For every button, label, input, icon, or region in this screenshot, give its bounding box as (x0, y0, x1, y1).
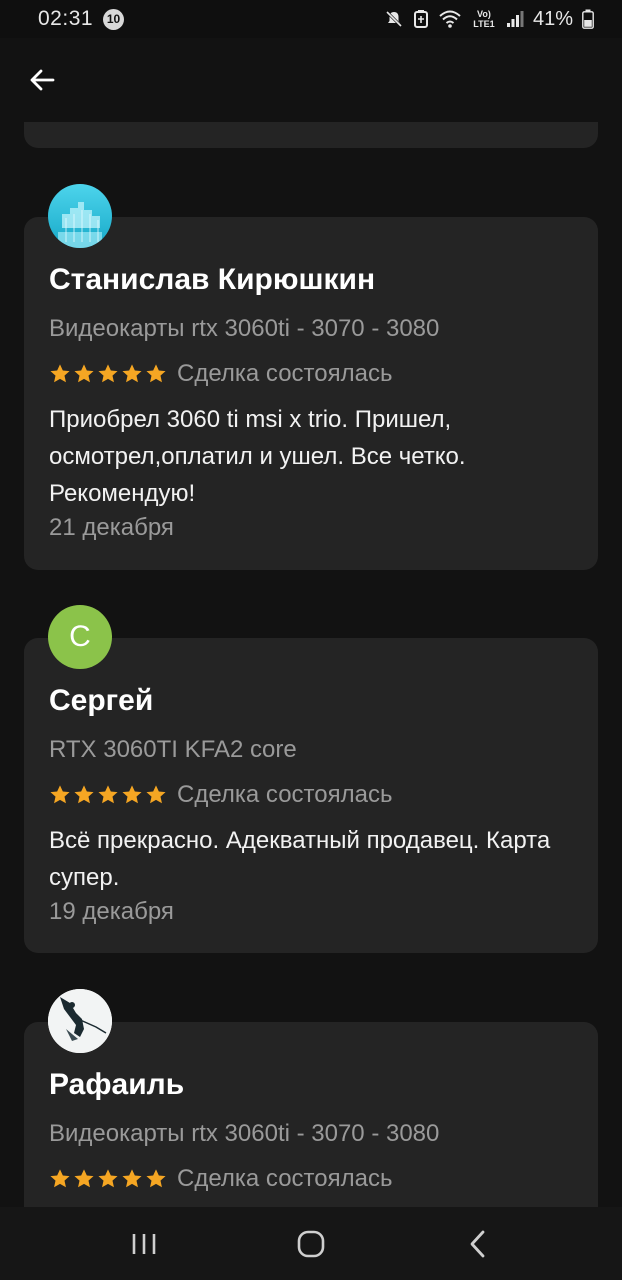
reviews-list[interactable]: Станислав Кирюшкин Видеокарты rtx 3060ti… (0, 122, 622, 1207)
battery-icon (582, 9, 594, 29)
home-button[interactable] (281, 1219, 341, 1269)
star-icon (74, 785, 94, 804)
star-icon (98, 364, 118, 383)
battery-percent: 41% (532, 7, 573, 30)
wifi-icon (438, 9, 462, 29)
rating-stars (49, 784, 167, 806)
chevron-left-icon (470, 1230, 485, 1257)
star-icon (50, 1169, 70, 1188)
reviewer-name: Станислав Кирюшкин (49, 263, 376, 296)
review-text: Всё прекрасно. Адекватный продавец. Карт… (49, 827, 551, 891)
status-bar: 02:31 10 Vo) LTE1 41% (0, 0, 622, 38)
recent-apps-button[interactable] (114, 1219, 174, 1269)
rating-row: Сделка состоялась (49, 1164, 392, 1194)
reviewer-name: Сергей (49, 684, 154, 717)
review-item: Станислав Кирюшкин Видеокарты rtx 3060ti… (24, 184, 598, 574)
review-item: С Сергей RTX 3060TI KFA2 core Сделка сос… (24, 605, 598, 955)
star-icon (74, 1169, 94, 1188)
notification-count-badge: 10 (103, 8, 125, 30)
star-icon (98, 785, 118, 804)
review-item: Рафаиль Видеокарты rtx 3060ti - 3070 - 3… (24, 989, 598, 1207)
rating-row: Сделка состоялась (49, 359, 392, 389)
star-icon (50, 785, 70, 804)
network-label: Vo) LTE1 (473, 9, 495, 29)
system-nav-bar (0, 1207, 622, 1280)
review-text: Приобрел 3060 ti msi x trio. Пришел, осм… (49, 406, 466, 507)
volte-lte-label: Vo) LTE1 (471, 9, 497, 29)
app-bar (0, 38, 622, 122)
recent-apps-icon (132, 1233, 155, 1254)
previous-review-card (24, 122, 598, 148)
review-date: 19 декабря (49, 898, 174, 925)
arrow-left-icon (30, 69, 55, 91)
rating-stars (49, 363, 167, 385)
star-icon (146, 364, 166, 383)
star-icon (50, 364, 70, 383)
avatar[interactable] (48, 989, 112, 1053)
review-product[interactable]: Видеокарты rtx 3060ti - 3070 - 3080 (49, 315, 439, 343)
nav-back-button[interactable] (448, 1219, 508, 1269)
star-icon (122, 1169, 142, 1188)
star-icon (122, 364, 142, 383)
review-product[interactable]: RTX 3060TI KFA2 core (49, 736, 297, 764)
review-date: 21 декабря (49, 514, 174, 541)
home-icon (297, 1230, 325, 1257)
deal-status: Сделка состоялась (177, 1165, 393, 1192)
star-icon (122, 785, 142, 804)
reviewer-name: Рафаиль (49, 1068, 185, 1101)
deal-status: Сделка состоялась (177, 781, 393, 808)
deal-status: Сделка состоялась (177, 360, 393, 387)
avatar-letter: С (69, 620, 91, 653)
avatar[interactable] (48, 184, 112, 248)
battery-saver-icon (413, 9, 429, 29)
status-time: 02:31 (38, 7, 94, 30)
review-product[interactable]: Видеокарты rtx 3060ti - 3070 - 3080 (49, 1120, 439, 1148)
avatar[interactable]: С (48, 605, 112, 669)
signal-icon (506, 10, 524, 28)
star-icon (146, 785, 166, 804)
back-button[interactable] (22, 60, 62, 100)
rating-row: Сделка состоялась (49, 780, 392, 810)
star-icon (146, 1169, 166, 1188)
mute-icon (384, 9, 404, 29)
rating-stars (49, 1168, 167, 1190)
star-icon (98, 1169, 118, 1188)
star-icon (74, 364, 94, 383)
